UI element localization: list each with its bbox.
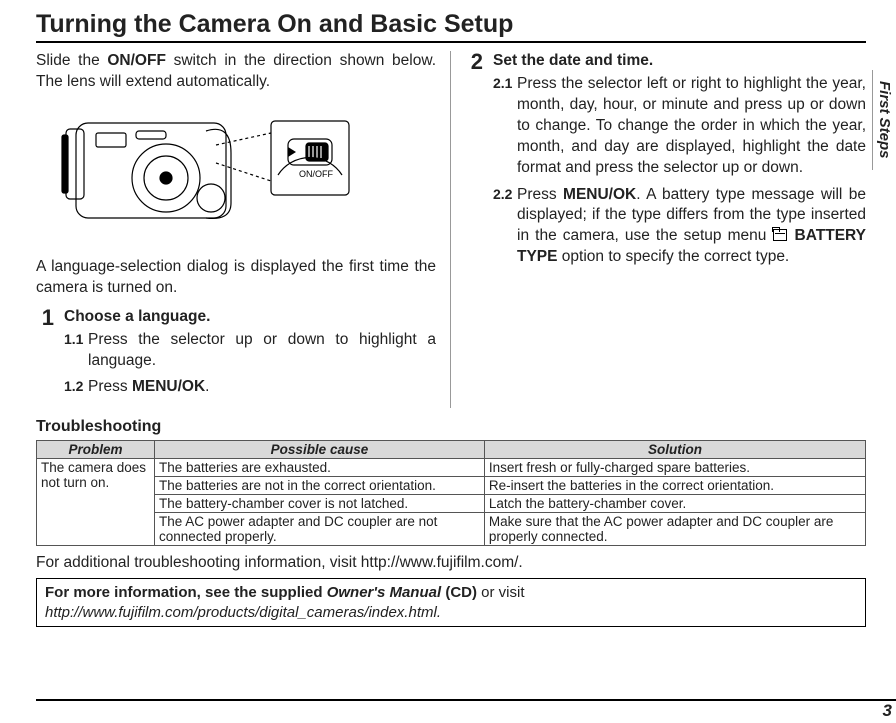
- right-column: 2 Set the date and time. 2.1 Press the s…: [451, 51, 866, 408]
- step-1-1: 1.1 Press the selector up or down to hig…: [64, 330, 436, 372]
- problem-cell: The camera does not turn on.: [37, 459, 155, 546]
- step-2-heading: Set the date and time.: [493, 51, 866, 72]
- info-box: For more information, see the supplied O…: [36, 578, 866, 627]
- step-2-number: 2: [465, 51, 483, 274]
- step-1-2: 1.2 Press MENU/OK.: [64, 377, 436, 398]
- cause-cell: The battery-chamber cover is not latched…: [155, 495, 485, 513]
- page-number: 3: [883, 701, 892, 721]
- table-header-row: Problem Possible cause Solution: [37, 441, 866, 459]
- table-row: The AC power adapter and DC coupler are …: [37, 513, 866, 546]
- table-row: The battery-chamber cover is not latched…: [37, 495, 866, 513]
- solution-cell: Insert fresh or fully-charged spare batt…: [484, 459, 865, 477]
- left-column: Slide the ON/OFF switch in the direction…: [36, 51, 451, 408]
- side-tab: First Steps: [872, 70, 896, 170]
- solution-cell: Make sure that the AC power adapter and …: [484, 513, 865, 546]
- cause-cell: The batteries are exhausted.: [155, 459, 485, 477]
- cause-cell: The batteries are not in the correct ori…: [155, 477, 485, 495]
- col-problem: Problem: [37, 441, 155, 459]
- col-solution: Solution: [484, 441, 865, 459]
- table-row: The camera does not turn on. The batteri…: [37, 459, 866, 477]
- setup-icon: [773, 229, 787, 241]
- intro-text: Slide the ON/OFF switch in the direction…: [36, 51, 436, 93]
- col-cause: Possible cause: [155, 441, 485, 459]
- solution-cell: Re-insert the batteries in the correct o…: [484, 477, 865, 495]
- troubleshoot-table: Problem Possible cause Solution The came…: [36, 440, 866, 546]
- solution-cell: Latch the battery-chamber cover.: [484, 495, 865, 513]
- step-2-2: 2.2 Press MENU/OK. A battery type messag…: [493, 185, 866, 269]
- two-columns: Slide the ON/OFF switch in the direction…: [36, 51, 866, 408]
- additional-info: For additional troubleshooting informati…: [36, 554, 866, 572]
- page: Turning the Camera On and Basic Setup Sl…: [0, 0, 896, 627]
- on-off-label: ON/OFF: [299, 169, 333, 179]
- cause-cell: The AC power adapter and DC coupler are …: [155, 513, 485, 546]
- page-title: Turning the Camera On and Basic Setup: [36, 10, 866, 43]
- footer-rule: [36, 699, 896, 701]
- after-illus-text: A language-selection dialog is displayed…: [36, 257, 436, 299]
- camera-illustration: ON/OFF: [56, 103, 356, 243]
- step-2: 2 Set the date and time. 2.1 Press the s…: [465, 51, 866, 274]
- table-row: The batteries are not in the correct ori…: [37, 477, 866, 495]
- step-1: 1 Choose a language. 1.1 Press the selec…: [36, 307, 436, 405]
- step-1-heading: Choose a language.: [64, 307, 436, 328]
- step-1-number: 1: [36, 307, 54, 405]
- troubleshoot-heading: Troubleshooting: [36, 418, 866, 436]
- step-2-1: 2.1 Press the selector left or right to …: [493, 74, 866, 179]
